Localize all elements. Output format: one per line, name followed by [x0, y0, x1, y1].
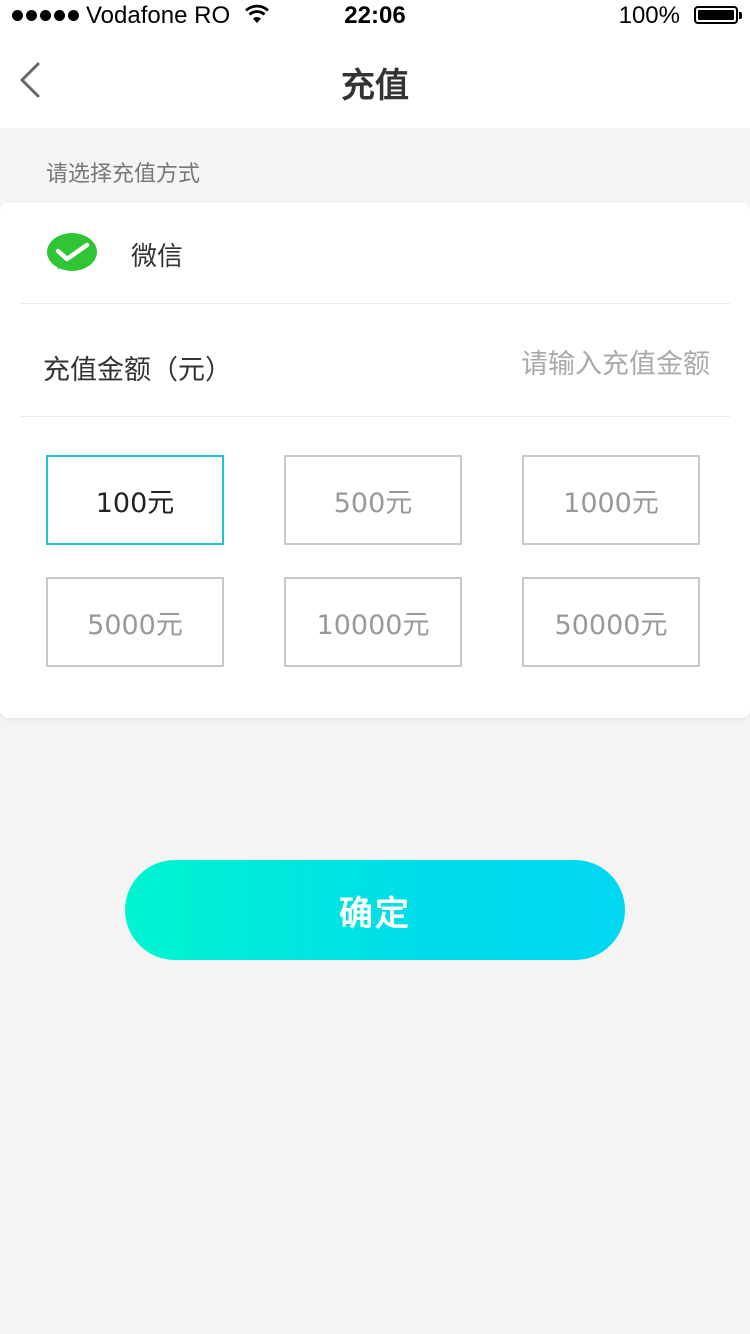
confirm-button[interactable]: 确定 [125, 860, 625, 960]
status-bar: Vodafone RO 22:06 100% [0, 0, 750, 32]
amount-option-50000[interactable]: 50000元 [522, 577, 700, 667]
amount-option-100[interactable]: 100元 [46, 455, 224, 545]
divider [20, 303, 730, 304]
section-label: 请选择充值方式 [46, 162, 201, 187]
amount-option-10000[interactable]: 10000元 [284, 577, 462, 667]
payment-method-wechat[interactable]: 微信 [0, 203, 750, 303]
nav-bar: 充值 [0, 32, 750, 128]
amount-input[interactable] [408, 343, 712, 385]
recharge-card: 微信 充值金额（元） 100元 500元 1000元 5000元 10000元 … [0, 203, 750, 718]
wechat-pay-icon [46, 232, 98, 280]
battery-percentage: 100% [618, 2, 680, 29]
amount-option-5000[interactable]: 5000元 [46, 577, 224, 667]
page-title: 充值 [341, 66, 409, 106]
battery-icon [694, 6, 742, 24]
amount-option-500[interactable]: 500元 [284, 455, 462, 545]
amount-label: 充值金额（元） [43, 355, 232, 386]
amount-option-1000[interactable]: 1000元 [522, 455, 700, 545]
divider [20, 416, 730, 417]
payment-method-label: 微信 [131, 242, 184, 272]
